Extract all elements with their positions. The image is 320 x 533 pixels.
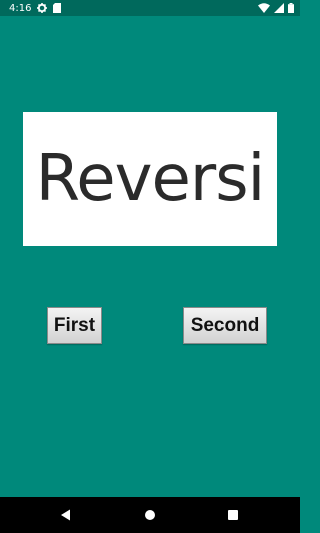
back-icon [61,509,70,521]
sd-card-icon [53,3,62,13]
second-button[interactable]: Second [183,307,267,344]
recents-button[interactable] [223,505,243,525]
signal-icon [274,3,284,13]
navigation-bar [0,497,300,533]
battery-icon [288,3,294,13]
title-panel: Reversi [23,112,277,246]
wifi-icon [258,3,270,13]
app-title: Reversi [35,142,266,216]
gear-icon [37,3,48,13]
home-button[interactable] [140,505,160,525]
recents-icon [228,510,238,520]
status-left: 4:16 [9,2,62,14]
first-button[interactable]: First [47,307,102,344]
status-time: 4:16 [9,2,32,14]
home-icon [145,510,155,520]
back-button[interactable] [56,505,76,525]
status-right [258,3,294,13]
status-bar: 4:16 [0,0,300,16]
